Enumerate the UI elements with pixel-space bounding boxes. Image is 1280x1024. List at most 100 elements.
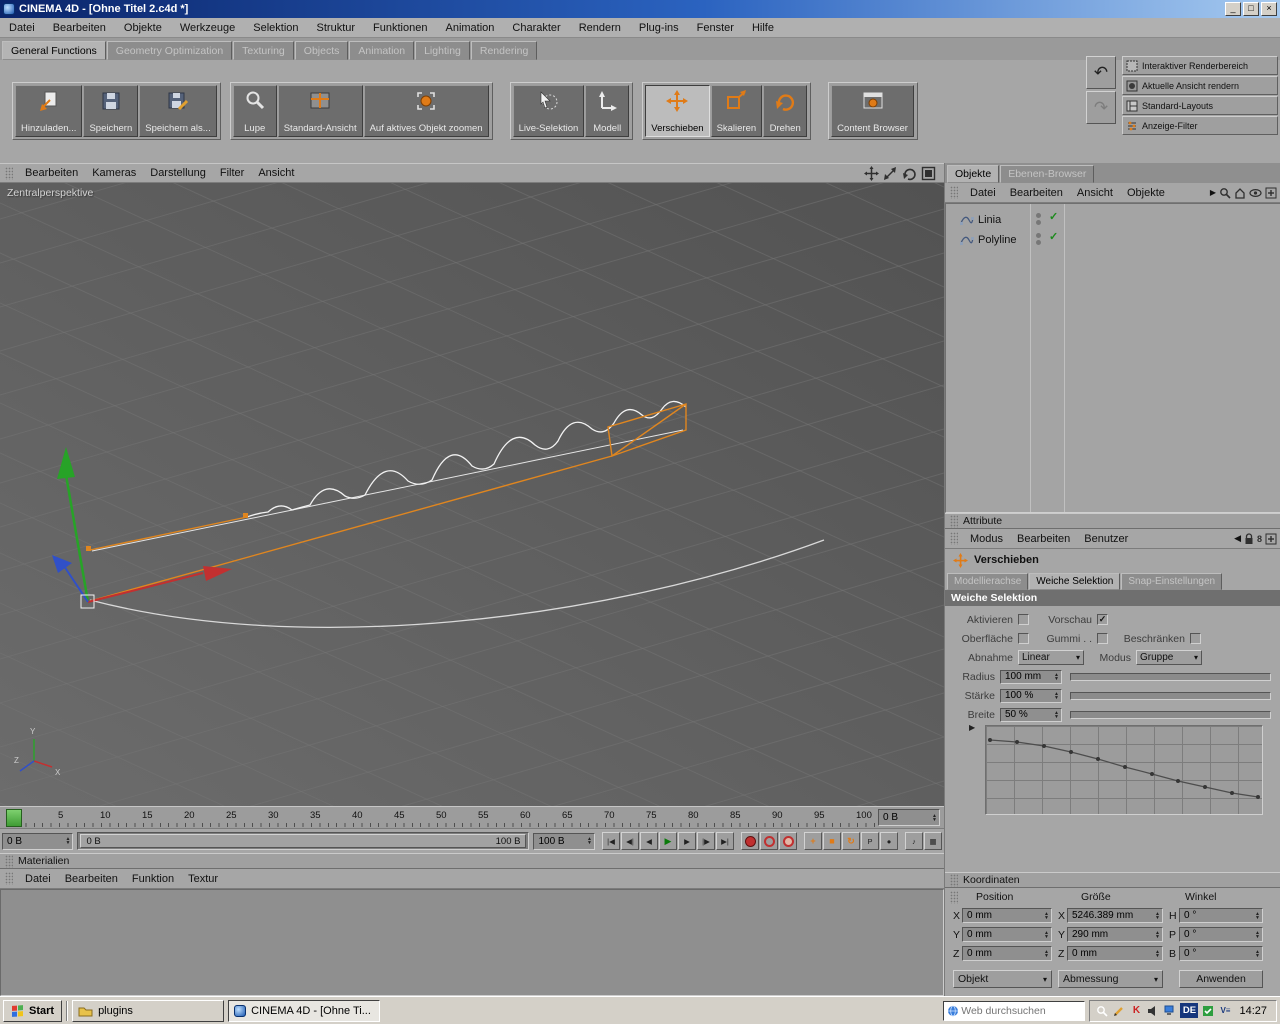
next-frame-button[interactable]: ▶: [678, 832, 696, 850]
lock-icon[interactable]: [1244, 532, 1254, 545]
menu-bearbeiten[interactable]: Bearbeiten: [44, 20, 115, 36]
spline-point-handle-2[interactable]: [243, 513, 248, 518]
tab-geometry-optimization[interactable]: Geometry Optimization: [106, 41, 233, 60]
breite-field[interactable]: 50 % ▲ ▼: [1000, 707, 1062, 722]
scale-tool-button[interactable]: Skalieren: [710, 85, 763, 137]
size-z-spinner[interactable]: ▲ ▼: [1155, 949, 1160, 958]
tray-magnifier-icon[interactable]: [1095, 1004, 1109, 1018]
close-button[interactable]: ×: [1261, 2, 1277, 16]
menu-selektion[interactable]: Selektion: [244, 20, 307, 36]
record-position-toggle[interactable]: +: [804, 832, 822, 850]
menu-charakter[interactable]: Charakter: [503, 20, 569, 36]
zoom-active-object-button[interactable]: Auf aktives Objekt zoomen: [363, 85, 489, 137]
panel-grip[interactable]: [5, 166, 13, 180]
linia-enable-check[interactable]: ✓: [1049, 210, 1058, 223]
spline-point-handle[interactable]: [86, 546, 91, 551]
restore-button[interactable]: □: [1243, 2, 1259, 16]
position-x-spinner[interactable]: ▲ ▼: [1044, 911, 1049, 920]
weiche-selektion-section-header[interactable]: Weiche Selektion: [945, 590, 1280, 606]
pan-view-icon[interactable]: [864, 165, 879, 181]
display-filter-button[interactable]: Anzeige-Filter: [1122, 116, 1278, 135]
attr-add-box-icon[interactable]: [1265, 533, 1277, 545]
save-button[interactable]: Speichern: [83, 85, 139, 137]
menu-objekte[interactable]: Objekte: [115, 20, 171, 36]
position-y-field[interactable]: 0 mm ▲ ▼: [962, 927, 1052, 942]
move-tool-button[interactable]: Verschieben: [645, 85, 710, 137]
vp-menu-filter[interactable]: Filter: [213, 165, 251, 181]
timeline-range-scrollbar[interactable]: 0 B 100 B: [77, 832, 530, 850]
materials-grip[interactable]: [5, 854, 13, 868]
vp-menu-bearbeiten[interactable]: Bearbeiten: [18, 165, 85, 181]
angle-h-spinner[interactable]: ▲ ▼: [1255, 911, 1260, 920]
slate-button[interactable]: ▦: [924, 832, 942, 850]
gummi-checkbox[interactable]: [1097, 633, 1108, 644]
menu-animation[interactable]: Animation: [436, 20, 503, 36]
materials-header[interactable]: Materialien: [0, 853, 944, 869]
record-parameter-toggle[interactable]: P: [861, 832, 879, 850]
staerke-slider[interactable]: [1070, 691, 1271, 700]
attr-menu-bearbeiten[interactable]: Bearbeiten: [1010, 531, 1077, 547]
polyline-enable-check[interactable]: ✓: [1049, 230, 1058, 243]
menu-datei[interactable]: Datei: [0, 20, 44, 36]
record-rotation-toggle[interactable]: ↻: [842, 832, 860, 850]
angle-p-spinner[interactable]: ▲ ▼: [1255, 930, 1260, 939]
next-key-button[interactable]: |▶: [697, 832, 715, 850]
timeline-range-thumb[interactable]: 0 B 100 B: [80, 834, 527, 848]
radius-field[interactable]: 100 mm ▲ ▼: [1000, 669, 1062, 684]
home-icon[interactable]: [1234, 187, 1246, 199]
antivirus-icon[interactable]: [1201, 1004, 1215, 1018]
menu-struktur[interactable]: Struktur: [308, 20, 365, 36]
rotate-view-icon[interactable]: [902, 166, 917, 181]
task-plugins[interactable]: plugins: [72, 999, 225, 1022]
tab-weiche-selektion[interactable]: Weiche Selektion: [1029, 573, 1121, 590]
viewport-3d[interactable]: Z Y X Zentralperspektive: [0, 183, 944, 806]
tab-lighting[interactable]: Lighting: [415, 41, 470, 60]
position-x-field[interactable]: 0 mm ▲ ▼: [962, 908, 1052, 923]
eye-icon[interactable]: [1249, 187, 1262, 199]
sound-toggle-button[interactable]: ♪: [905, 832, 923, 850]
toggle-viewport-icon[interactable]: [921, 166, 936, 181]
angle-b-spinner[interactable]: ▲ ▼: [1255, 949, 1260, 958]
tab-rendering[interactable]: Rendering: [470, 41, 538, 60]
vnc-icon[interactable]: V≡: [1218, 1004, 1232, 1018]
mat-menu-datei[interactable]: Datei: [18, 871, 58, 887]
prev-key-button[interactable]: ◀|: [621, 832, 639, 850]
play-button[interactable]: ▶: [659, 832, 677, 850]
timeline-playhead[interactable]: [6, 809, 22, 827]
content-browser-button[interactable]: Content Browser: [831, 85, 914, 137]
zoom-view-icon[interactable]: [883, 166, 898, 181]
object-list[interactable]: Linia ✓ Polyline ✓: [945, 203, 1280, 513]
oberflaeche-checkbox[interactable]: [1018, 633, 1029, 644]
attributes-grip[interactable]: [950, 514, 958, 528]
tab-general-functions[interactable]: General Functions: [2, 41, 106, 60]
vp-menu-ansicht[interactable]: Ansicht: [251, 165, 301, 181]
anwenden-button[interactable]: Anwenden: [1179, 970, 1263, 988]
autokeying-button[interactable]: [760, 832, 778, 850]
goto-start-button[interactable]: |◀: [602, 832, 620, 850]
model-mode-button[interactable]: Modell: [585, 85, 630, 137]
redo-button[interactable]: ↷: [1086, 91, 1116, 124]
staerke-field[interactable]: 100 % ▲ ▼: [1000, 688, 1062, 703]
tab-ebenen-browser[interactable]: Ebenen-Browser: [1000, 165, 1095, 183]
tray-kmenu-icon[interactable]: K: [1129, 1004, 1143, 1018]
save-as-button[interactable]: Speichern als...: [139, 85, 217, 137]
beschraenken-checkbox[interactable]: [1190, 633, 1201, 644]
radius-slider[interactable]: [1070, 672, 1271, 681]
abmessung-dropdown[interactable]: Abmessung ▾: [1058, 970, 1163, 988]
record-pla-toggle[interactable]: ●: [880, 832, 898, 850]
interactive-render-region-button[interactable]: Interaktiver Renderbereich: [1122, 56, 1278, 75]
breite-slider[interactable]: [1070, 710, 1271, 719]
render-view-button[interactable]: Aktuelle Ansicht rendern: [1122, 76, 1278, 95]
radius-spinner[interactable]: ▲ ▼: [1054, 672, 1059, 681]
search-icon[interactable]: [1219, 187, 1231, 199]
angle-b-field[interactable]: 0 ° ▲ ▼: [1179, 946, 1263, 961]
web-search-box[interactable]: [943, 1000, 1086, 1021]
position-y-spinner[interactable]: ▲ ▼: [1044, 930, 1049, 939]
falloff-curve-graph[interactable]: [985, 725, 1263, 815]
position-z-field[interactable]: 0 mm ▲ ▼: [962, 946, 1052, 961]
goto-end-button[interactable]: ▶|: [716, 832, 734, 850]
link-icon[interactable]: 8: [1257, 534, 1262, 544]
menu-funktionen[interactable]: Funktionen: [364, 20, 436, 36]
history-back-icon[interactable]: ◀: [1234, 533, 1241, 544]
record-scale-toggle[interactable]: ■: [823, 832, 841, 850]
